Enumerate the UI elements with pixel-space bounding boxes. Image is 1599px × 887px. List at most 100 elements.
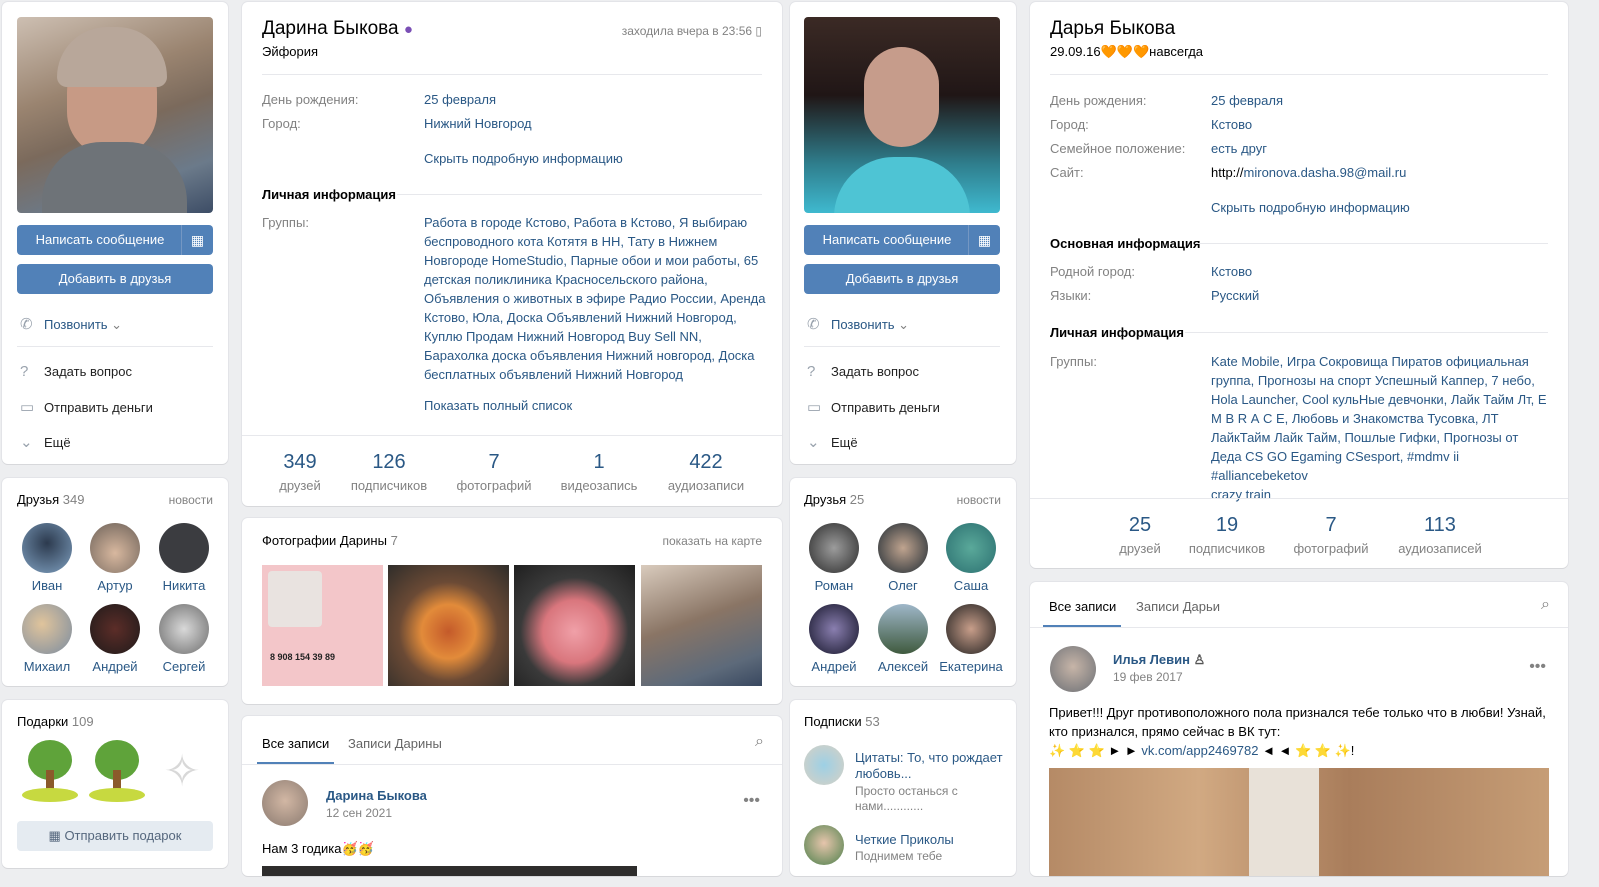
friends-news-link[interactable]: новости bbox=[957, 493, 1001, 507]
gift-icon[interactable]: ▦ bbox=[968, 225, 1000, 255]
post-date[interactable]: 19 фев 2017 bbox=[1113, 670, 1183, 684]
photo-thumbnail[interactable] bbox=[641, 565, 762, 686]
friend-avatar[interactable] bbox=[159, 604, 209, 654]
ask-question-menu-item[interactable]: ? Задать вопрос bbox=[20, 363, 132, 380]
ask-question-menu-item[interactable]: ? Задать вопрос bbox=[807, 363, 919, 380]
city-value[interactable]: Кстово bbox=[1211, 117, 1252, 132]
groups-list[interactable]: Kate Mobile, Игра Сокровища Пиратов офиц… bbox=[1211, 352, 1556, 504]
groups-list[interactable]: Работа в городе Кстово, Работа в Кстово,… bbox=[424, 213, 769, 384]
stat-audio[interactable]: 113 аудиозаписей bbox=[1388, 514, 1492, 556]
gifts-header[interactable]: Подарки 109 bbox=[17, 714, 94, 729]
friend-avatar[interactable] bbox=[809, 604, 859, 654]
friend-avatar[interactable] bbox=[946, 604, 996, 654]
call-menu-item[interactable]: ✆ Позвонить ⌄ bbox=[20, 315, 122, 333]
friend-name[interactable]: Саша bbox=[937, 578, 1005, 593]
friend-name[interactable]: Иван bbox=[13, 578, 81, 593]
photo-thumbnail[interactable]: 8 908 154 39 89 bbox=[262, 565, 383, 686]
birthday-value[interactable]: 25 февраля bbox=[1211, 93, 1283, 108]
gift-origami-bird-icon[interactable]: ✧ bbox=[154, 744, 210, 800]
gift-tree-icon[interactable] bbox=[22, 740, 78, 804]
profile1-avatar-photo[interactable] bbox=[17, 17, 213, 213]
friend-name[interactable]: Сергей bbox=[150, 659, 218, 674]
subscription-avatar[interactable] bbox=[804, 745, 844, 785]
post-date[interactable]: 12 сен 2021 bbox=[326, 806, 392, 820]
hometown-value[interactable]: Кстово bbox=[1211, 264, 1252, 279]
friends-header[interactable]: Друзья 349 bbox=[17, 492, 85, 507]
post-author-name[interactable]: Дарина Быкова bbox=[326, 788, 427, 803]
tab-own-posts[interactable]: Записи Дарины bbox=[348, 736, 442, 751]
friend-avatar[interactable] bbox=[22, 604, 72, 654]
tab-own-posts[interactable]: Записи Дарьи bbox=[1136, 599, 1220, 614]
friend-name[interactable]: Олег bbox=[869, 578, 937, 593]
show-full-list-link[interactable]: Показать полный список bbox=[424, 398, 572, 413]
search-icon[interactable]: ⌕ bbox=[1541, 596, 1550, 614]
stat-audio[interactable]: 422 аудиозаписи bbox=[662, 451, 750, 493]
friend-avatar[interactable] bbox=[90, 604, 140, 654]
friend-name[interactable]: Артур bbox=[81, 578, 149, 593]
post-image[interactable] bbox=[1049, 768, 1549, 876]
post-link[interactable]: vk.com/app2469782 bbox=[1141, 743, 1258, 758]
call-menu-item[interactable]: ✆ Позвонить ⌄ bbox=[807, 315, 909, 333]
friend-avatar[interactable] bbox=[809, 523, 859, 573]
stat-followers[interactable]: 19 подписчиков bbox=[1184, 514, 1270, 556]
stat-friends[interactable]: 25 друзей bbox=[1110, 514, 1170, 556]
post-author-avatar[interactable] bbox=[262, 780, 308, 826]
more-menu-item[interactable]: ⌄ Ещё bbox=[807, 433, 858, 451]
stat-photos[interactable]: 7 фотографий bbox=[452, 451, 536, 493]
friend-name[interactable]: Андрей bbox=[81, 659, 149, 674]
stat-videos[interactable]: 1 видеозапись bbox=[554, 451, 644, 493]
friend-name[interactable]: Андрей bbox=[800, 659, 868, 674]
subscriptions-header[interactable]: Подписки 53 bbox=[804, 714, 880, 729]
post-author-name[interactable]: Илья Левин ♙ bbox=[1113, 652, 1205, 668]
send-money-menu-item[interactable]: ▭ Отправить деньги bbox=[807, 398, 940, 416]
tab-all-posts[interactable]: Все записи bbox=[262, 736, 329, 751]
photos-header[interactable]: Фотографии Дарины 7 bbox=[262, 533, 398, 548]
write-message-button[interactable]: Написать сообщение ▦ bbox=[17, 225, 213, 255]
hide-details-link[interactable]: Скрыть подробную информацию bbox=[1211, 200, 1410, 215]
friend-avatar[interactable] bbox=[946, 523, 996, 573]
friend-name[interactable]: Екатерина bbox=[937, 659, 1005, 674]
money-label: Отправить деньги bbox=[831, 400, 940, 415]
post-author-avatar[interactable] bbox=[1050, 646, 1096, 692]
post-menu-icon[interactable]: ••• bbox=[743, 792, 760, 810]
friend-avatar[interactable] bbox=[159, 523, 209, 573]
tab-all-posts[interactable]: Все записи bbox=[1049, 599, 1116, 614]
gift-tree-icon[interactable] bbox=[89, 740, 145, 804]
friend-avatar[interactable] bbox=[90, 523, 140, 573]
friend-avatar[interactable] bbox=[878, 523, 928, 573]
family-status-value[interactable]: есть друг bbox=[1211, 141, 1267, 156]
subscription-avatar[interactable] bbox=[804, 825, 844, 865]
add-friend-button[interactable]: Добавить в друзья bbox=[17, 264, 213, 294]
subscription-name[interactable]: Цитаты: То, что рождает любовь... bbox=[855, 750, 1003, 782]
write-message-button[interactable]: Написать сообщение ▦ bbox=[804, 225, 1000, 255]
gift-icon[interactable]: ▦ bbox=[181, 225, 213, 255]
show-on-map-link[interactable]: показать на карте bbox=[663, 534, 763, 548]
photo-thumbnail[interactable] bbox=[514, 565, 635, 686]
search-icon[interactable]: ⌕ bbox=[755, 733, 764, 751]
friend-name[interactable]: Никита bbox=[150, 578, 218, 593]
send-money-menu-item[interactable]: ▭ Отправить деньги bbox=[20, 398, 153, 416]
friend-avatar[interactable] bbox=[878, 604, 928, 654]
subscription-name[interactable]: Четкие Приколы bbox=[855, 832, 954, 847]
friends-news-link[interactable]: новости bbox=[169, 493, 213, 507]
stat-followers[interactable]: 126 подписчиков bbox=[346, 451, 432, 493]
friend-name[interactable]: Роман bbox=[800, 578, 868, 593]
photo-thumbnail[interactable] bbox=[388, 565, 509, 686]
add-friend-button[interactable]: Добавить в друзья bbox=[804, 264, 1000, 294]
languages-value[interactable]: Русский bbox=[1211, 288, 1259, 303]
city-value[interactable]: Нижний Новгород bbox=[424, 116, 532, 131]
send-gift-button[interactable]: ▦ Отправить подарок bbox=[17, 821, 213, 851]
stat-friends[interactable]: 349 друзей bbox=[270, 451, 330, 493]
birthday-value[interactable]: 25 февраля bbox=[424, 92, 496, 107]
profile2-avatar-photo[interactable] bbox=[804, 17, 1000, 213]
hide-details-link[interactable]: Скрыть подробную информацию bbox=[424, 151, 623, 166]
friends-header[interactable]: Друзья 25 bbox=[804, 492, 864, 507]
friend-name[interactable]: Алексей bbox=[869, 659, 937, 674]
post-image[interactable] bbox=[262, 866, 637, 876]
friend-name[interactable]: Михаил bbox=[13, 659, 81, 674]
stat-photos[interactable]: 7 фотографий bbox=[1288, 514, 1374, 556]
site-value[interactable]: http://mironova.dasha.98@mail.ru bbox=[1211, 165, 1406, 180]
post-menu-icon[interactable]: ••• bbox=[1529, 658, 1546, 676]
more-menu-item[interactable]: ⌄ Ещё bbox=[20, 433, 71, 451]
friend-avatar[interactable] bbox=[22, 523, 72, 573]
